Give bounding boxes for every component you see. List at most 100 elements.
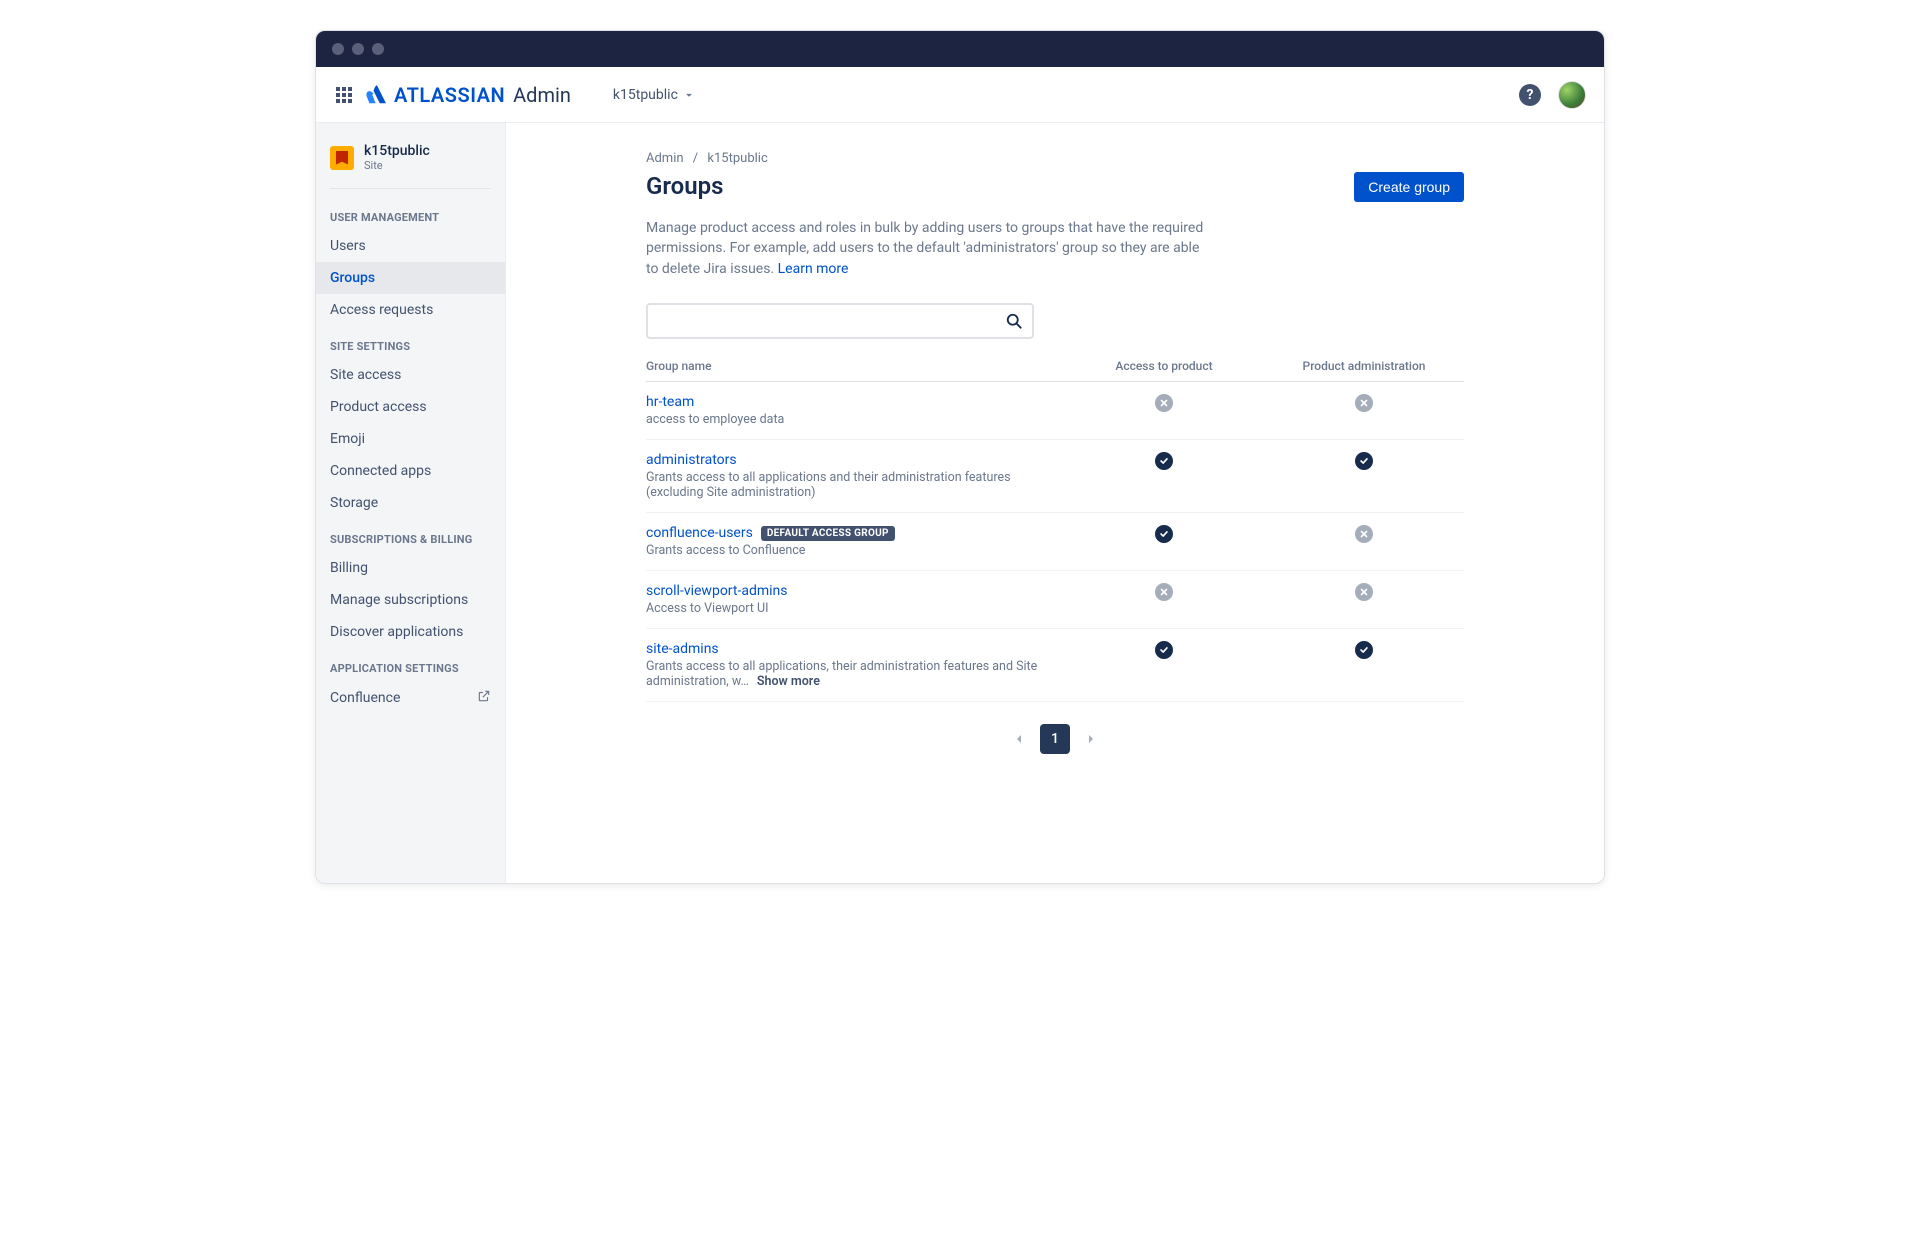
- sidebar-item-site-access[interactable]: Site access: [316, 359, 505, 391]
- sidebar-item-label: Groups: [330, 270, 375, 286]
- table-row: confluence-users DEFAULT ACCESS GROUP Gran…: [646, 513, 1464, 571]
- pagination: 1: [646, 724, 1464, 754]
- sidebar-item-access-requests[interactable]: Access requests: [316, 294, 505, 326]
- breadcrumb-separator: /: [693, 151, 698, 166]
- chevron-left-icon: [1011, 731, 1027, 747]
- site-picker-label: k15tpublic: [613, 87, 678, 103]
- group-description: access to employee data: [646, 412, 1044, 427]
- group-link[interactable]: confluence-users: [646, 525, 753, 541]
- site-picker[interactable]: k15tpublic: [605, 83, 704, 107]
- sidebar: k15tpublic Site USER MANAGEMENT Users Grou…: [316, 123, 506, 883]
- chevron-down-icon: [682, 88, 696, 102]
- main-content: Admin / k15tpublic Groups Create group M…: [506, 123, 1604, 883]
- column-access: Access to product: [1064, 359, 1264, 373]
- site-logo-icon: [330, 146, 354, 170]
- page-description-text: Manage product access and roles in bulk …: [646, 220, 1203, 277]
- atlassian-logo-icon: [366, 84, 388, 106]
- sidebar-heading: SITE SETTINGS: [316, 326, 505, 359]
- group-link[interactable]: site-admins: [646, 641, 719, 657]
- sidebar-item-label: Confluence: [330, 690, 400, 706]
- sidebar-item-label: Storage: [330, 495, 378, 511]
- breadcrumb: Admin / k15tpublic: [646, 151, 1464, 166]
- top-nav: ATLASSIAN Admin k15tpublic ?: [316, 67, 1604, 123]
- column-group-name: Group name: [646, 359, 1064, 373]
- group-description: Grants access to all applications, their…: [646, 659, 1044, 689]
- avatar: [1558, 81, 1586, 109]
- sidebar-item-groups[interactable]: Groups: [316, 262, 505, 294]
- sidebar-heading: SUBSCRIPTIONS & BILLING: [316, 519, 505, 552]
- sidebar-item-users[interactable]: Users: [316, 230, 505, 262]
- group-link[interactable]: administrators: [646, 452, 737, 468]
- help-icon: ?: [1519, 84, 1541, 106]
- page-title: Groups: [646, 172, 723, 200]
- status-check-icon: [1355, 641, 1373, 659]
- status-check-icon: [1155, 525, 1173, 543]
- sidebar-item-label: Emoji: [330, 431, 365, 447]
- sidebar-heading: USER MANAGEMENT: [316, 197, 505, 230]
- browser-frame: ATLASSIAN Admin k15tpublic ? k15tpublic …: [315, 30, 1605, 884]
- table-row: scroll-viewport-admins Access to Viewport…: [646, 571, 1464, 629]
- search-icon: [1004, 311, 1024, 331]
- table-row: administrators Grants access to all appli…: [646, 440, 1464, 513]
- group-description: Grants access to Confluence: [646, 543, 1044, 558]
- learn-more-link[interactable]: Learn more: [778, 261, 849, 277]
- external-link-icon: [477, 689, 491, 707]
- table-row: site-admins Grants access to all applicat…: [646, 629, 1464, 702]
- sidebar-item-label: Access requests: [330, 302, 433, 318]
- sidebar-item-storage[interactable]: Storage: [316, 487, 505, 519]
- profile-button[interactable]: [1556, 79, 1588, 111]
- status-cross-icon: [1355, 525, 1373, 543]
- sidebar-item-label: Product access: [330, 399, 427, 415]
- help-button[interactable]: ?: [1514, 79, 1546, 111]
- sidebar-item-discover-applications[interactable]: Discover applications: [316, 616, 505, 648]
- sidebar-item-billing[interactable]: Billing: [316, 552, 505, 584]
- sidebar-site-name: k15tpublic: [364, 143, 430, 159]
- traffic-light-minimize[interactable]: [352, 43, 364, 55]
- status-check-icon: [1155, 641, 1173, 659]
- group-link[interactable]: scroll-viewport-admins: [646, 583, 787, 599]
- pagination-prev[interactable]: [1004, 724, 1034, 754]
- breadcrumb-site[interactable]: k15tpublic: [707, 151, 767, 166]
- pagination-next[interactable]: [1076, 724, 1106, 754]
- table-header: Group name Access to product Product adm…: [646, 359, 1464, 382]
- group-description: Access to Viewport UI: [646, 601, 1044, 616]
- brand-name: ATLASSIAN: [394, 83, 505, 107]
- brand-suffix: Admin: [513, 83, 571, 107]
- column-admin: Product administration: [1264, 359, 1464, 373]
- sidebar-site-header[interactable]: k15tpublic Site: [316, 133, 505, 184]
- sidebar-item-product-access[interactable]: Product access: [316, 391, 505, 423]
- breadcrumb-root[interactable]: Admin: [646, 151, 684, 166]
- status-check-icon: [1155, 452, 1173, 470]
- default-access-badge: DEFAULT ACCESS GROUP: [761, 526, 895, 541]
- status-cross-icon: [1155, 394, 1173, 412]
- status-check-icon: [1355, 452, 1373, 470]
- status-cross-icon: [1155, 583, 1173, 601]
- sidebar-item-label: Billing: [330, 560, 368, 576]
- sidebar-item-manage-subscriptions[interactable]: Manage subscriptions: [316, 584, 505, 616]
- window-titlebar: [316, 31, 1604, 67]
- status-cross-icon: [1355, 583, 1373, 601]
- status-cross-icon: [1355, 394, 1373, 412]
- sidebar-item-label: Users: [330, 238, 366, 254]
- page-description: Manage product access and roles in bulk …: [646, 218, 1206, 279]
- create-group-button[interactable]: Create group: [1354, 172, 1464, 202]
- sidebar-item-emoji[interactable]: Emoji: [316, 423, 505, 455]
- brand-logo[interactable]: ATLASSIAN Admin: [366, 83, 571, 107]
- show-more-link[interactable]: Show more: [757, 674, 820, 689]
- pagination-page-current[interactable]: 1: [1040, 724, 1070, 754]
- sidebar-site-sub: Site: [364, 159, 430, 172]
- sidebar-item-confluence[interactable]: Confluence: [316, 681, 505, 715]
- app-switcher-icon[interactable]: [332, 83, 356, 107]
- traffic-light-close[interactable]: [332, 43, 344, 55]
- sidebar-heading: APPLICATION SETTINGS: [316, 648, 505, 681]
- sidebar-item-connected-apps[interactable]: Connected apps: [316, 455, 505, 487]
- chevron-right-icon: [1083, 731, 1099, 747]
- sidebar-item-label: Site access: [330, 367, 401, 383]
- sidebar-item-label: Connected apps: [330, 463, 431, 479]
- search-input[interactable]: [656, 313, 1004, 329]
- traffic-light-zoom[interactable]: [372, 43, 384, 55]
- sidebar-item-label: Manage subscriptions: [330, 592, 468, 608]
- group-link[interactable]: hr-team: [646, 394, 694, 410]
- group-description: Grants access to all applications and th…: [646, 470, 1044, 500]
- search-field[interactable]: [646, 303, 1034, 339]
